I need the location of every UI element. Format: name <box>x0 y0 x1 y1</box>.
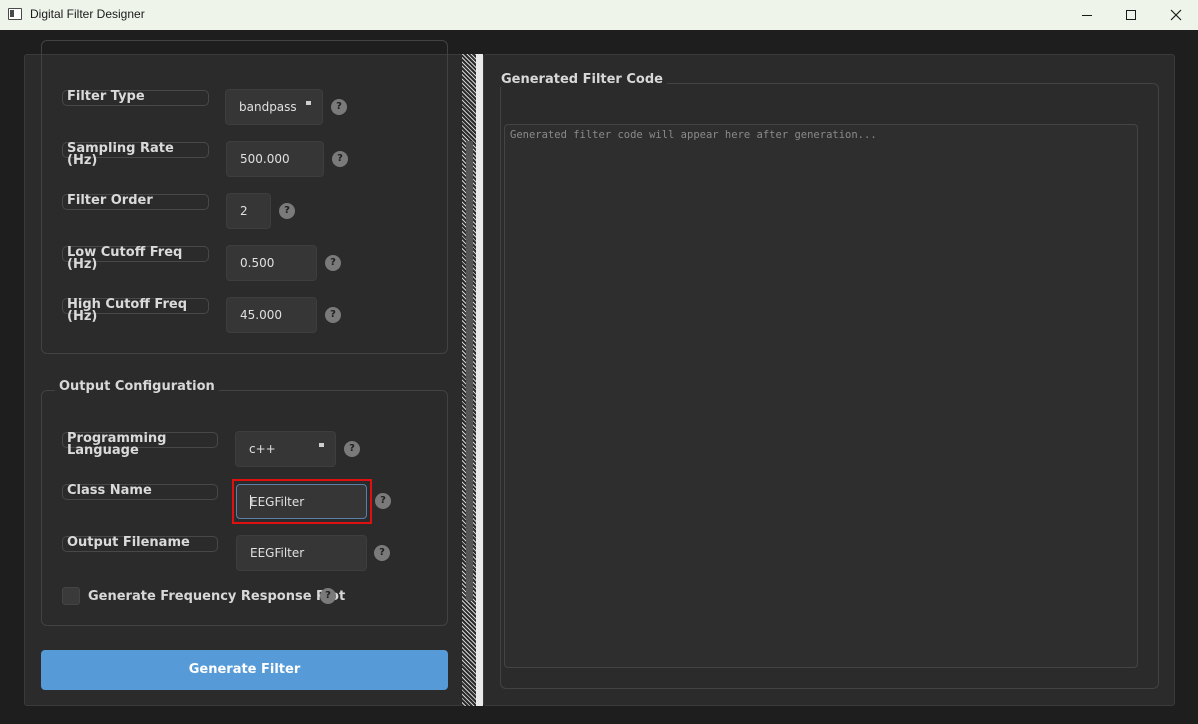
title-bar: Digital Filter Designer <box>0 0 1198 30</box>
maximize-button[interactable] <box>1108 0 1154 30</box>
sampling-rate-input[interactable]: 500.000 <box>226 141 324 177</box>
high-cutoff-label: High Cutoff Freq (Hz) <box>62 298 209 323</box>
generated-code-title: Generated Filter Code <box>497 72 667 87</box>
highlight-annotation <box>232 479 372 524</box>
class-name-help-icon[interactable]: ? <box>375 493 391 509</box>
filter-type-label: Filter Type <box>62 90 209 106</box>
programming-language-label: Programming Language <box>62 432 218 457</box>
filter-type-help-icon[interactable]: ? <box>331 99 347 115</box>
filter-order-input[interactable]: 2 <box>226 193 271 229</box>
output-filename-input[interactable]: EEGFilter <box>236 535 367 571</box>
window-title: Digital Filter Designer <box>30 7 145 21</box>
frequency-plot-label[interactable]: Generate Frequency Response Plot <box>88 589 345 604</box>
low-cutoff-input[interactable]: 0.500 <box>226 245 317 281</box>
settings-scrollbar[interactable] <box>462 54 476 706</box>
maximize-icon <box>1126 10 1136 20</box>
programming-language-combo[interactable]: c++ <box>235 431 336 467</box>
splitter-handle[interactable] <box>476 54 483 706</box>
programming-language-value: c++ <box>249 442 276 456</box>
dropdown-arrow-icon <box>319 443 324 447</box>
close-icon <box>1170 9 1182 21</box>
frequency-plot-checkbox[interactable] <box>62 587 80 605</box>
close-button[interactable] <box>1153 0 1198 30</box>
class-name-label: Class Name <box>62 484 218 500</box>
dropdown-arrow-icon <box>306 101 311 105</box>
output-filename-help-icon[interactable]: ? <box>374 545 390 561</box>
high-cutoff-help-icon[interactable]: ? <box>325 307 341 323</box>
output-filename-label: Output Filename <box>62 536 218 552</box>
minimize-icon <box>1082 14 1092 16</box>
filter-type-value: bandpass <box>239 100 297 114</box>
low-cutoff-label: Low Cutoff Freq (Hz) <box>62 246 209 271</box>
filter-order-help-icon[interactable]: ? <box>279 203 295 219</box>
programming-language-help-icon[interactable]: ? <box>344 441 360 457</box>
code-placeholder: Generated filter code will appear here a… <box>510 129 877 141</box>
low-cutoff-help-icon[interactable]: ? <box>325 255 341 271</box>
sampling-rate-help-icon[interactable]: ? <box>332 151 348 167</box>
output-configuration-title: Output Configuration <box>55 379 219 394</box>
minimize-button[interactable] <box>1064 0 1110 30</box>
frequency-plot-help-icon[interactable]: ? <box>320 588 336 604</box>
sampling-rate-label: Sampling Rate (Hz) <box>62 142 209 167</box>
app-icon <box>8 8 22 20</box>
generate-filter-button[interactable]: Generate Filter <box>41 650 448 690</box>
generated-code-textarea[interactable]: Generated filter code will appear here a… <box>504 124 1138 668</box>
filter-order-label: Filter Order <box>62 194 209 210</box>
filter-type-combo[interactable]: bandpass <box>225 89 323 125</box>
scrollbar-thumb[interactable] <box>466 141 473 601</box>
high-cutoff-input[interactable]: 45.000 <box>226 297 317 333</box>
